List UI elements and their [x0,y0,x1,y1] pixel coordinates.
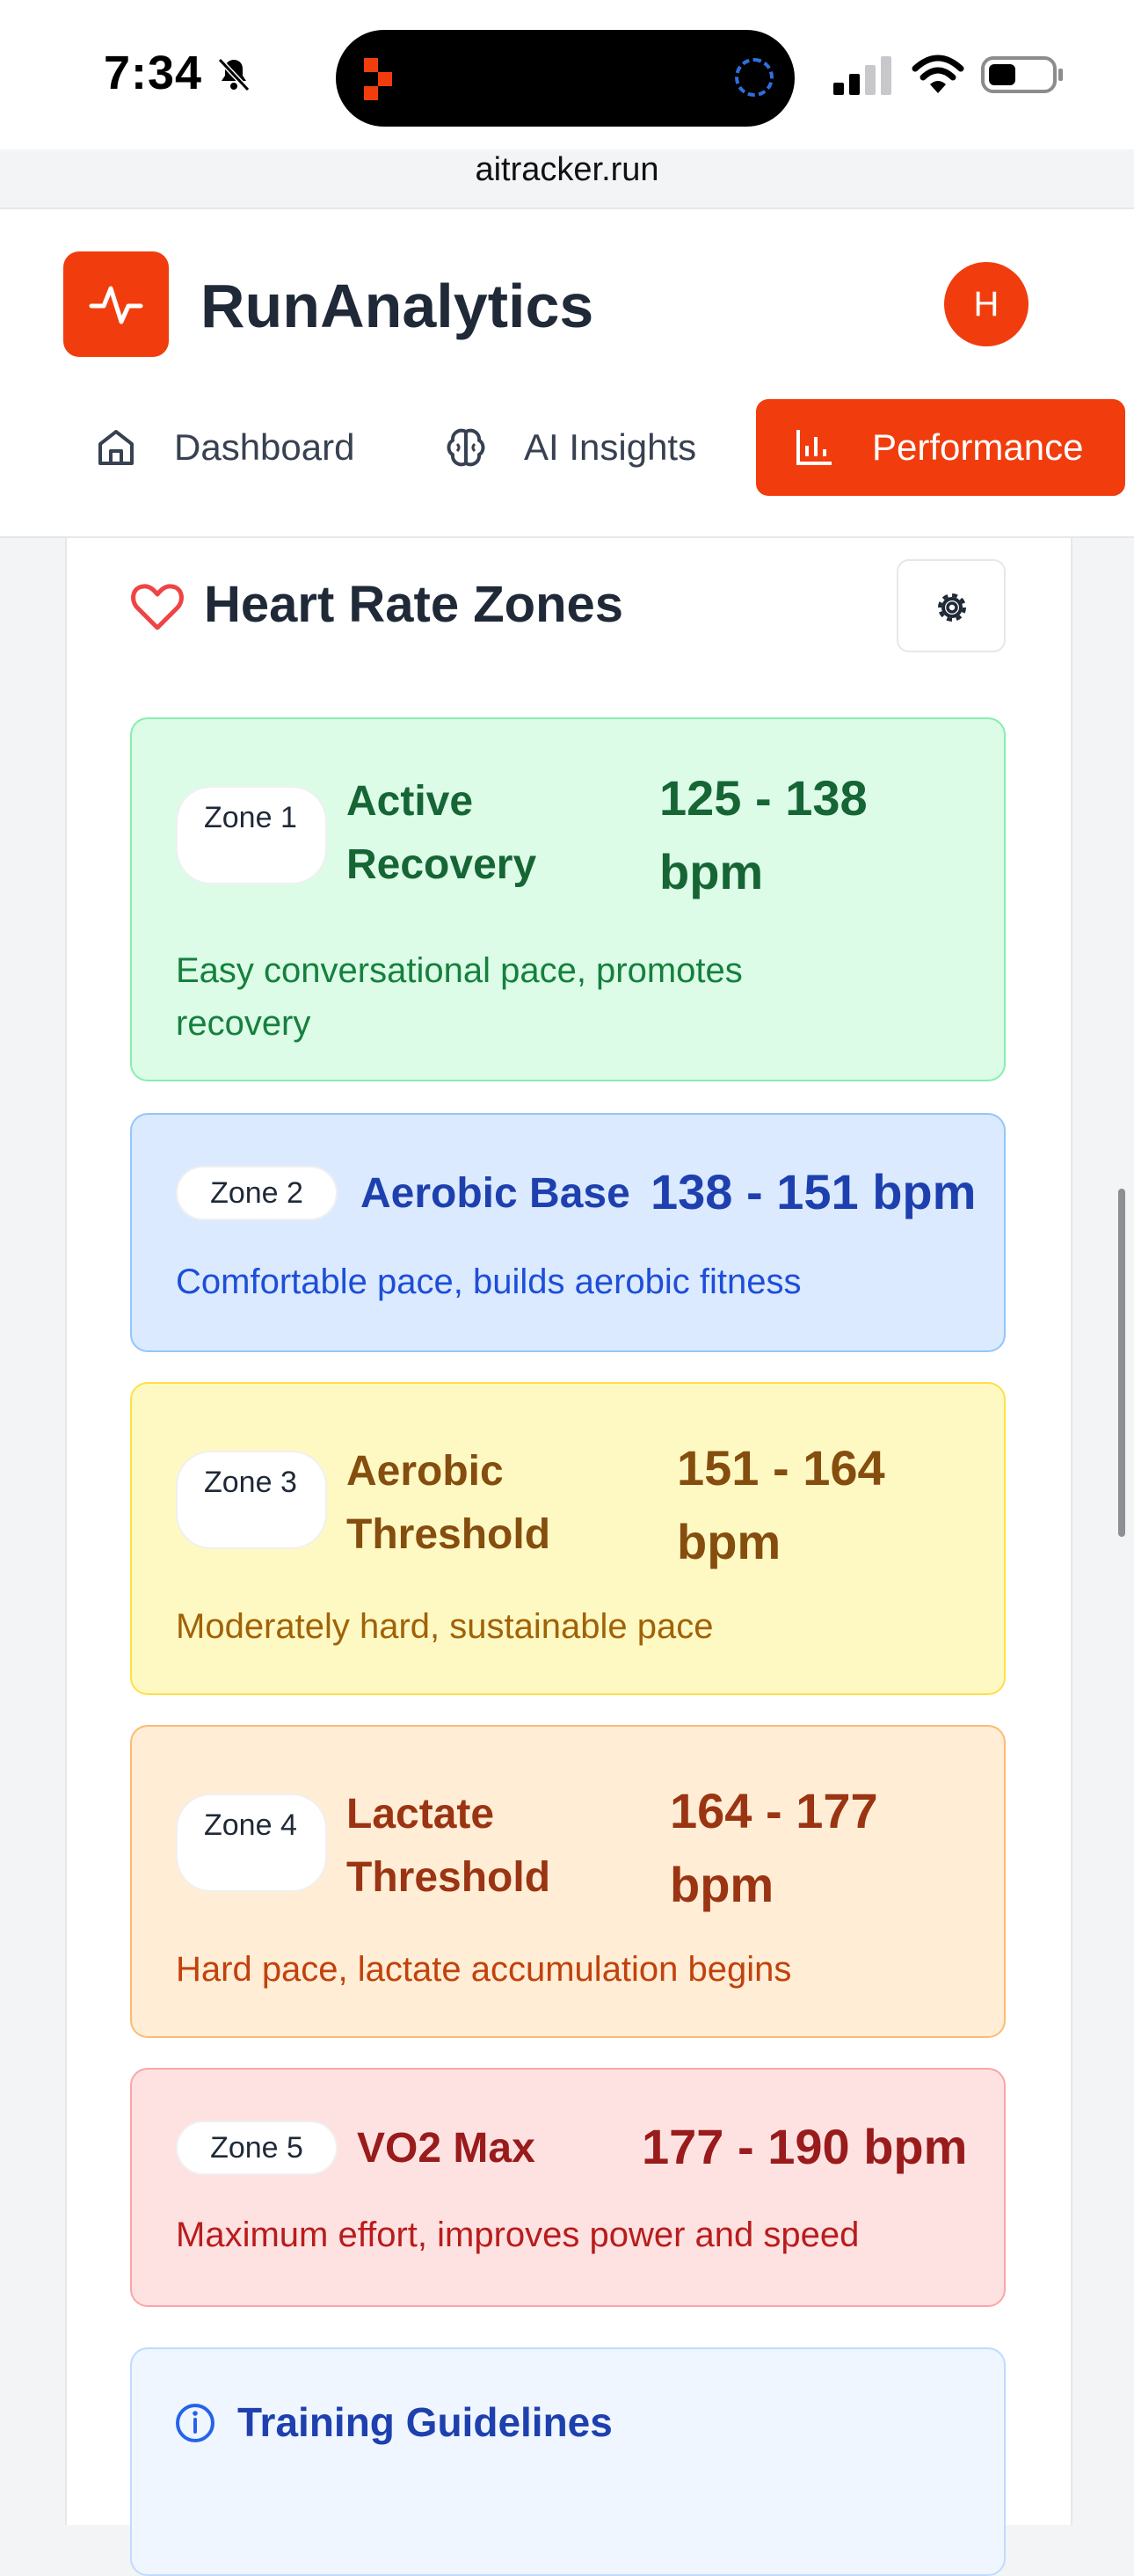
zone-bpm-range: 164 - 177 bpm [670,1783,878,1912]
heart-rate-zones-card: Heart Rate Zones Zone 1 Active Recovery … [65,538,1072,2576]
zone-badge: Zone 2 [176,1166,338,1220]
nav-label-dashboard: Dashboard [174,426,355,468]
bar-chart-icon [796,430,832,465]
zone-name: Aerobic Threshold [346,1448,551,1558]
zone-description: Hard pace, lactate accumulation begins [176,1950,792,1989]
dynamic-island [336,30,795,127]
info-icon [176,2404,214,2442]
home-icon [98,430,134,465]
zone-badge: Zone 3 [176,1451,327,1549]
zone-name: VO2 Max [357,2125,535,2172]
nav-label-ai-insights: AI Insights [524,426,697,468]
zone-card: Zone 3 Aerobic Threshold 151 - 164 bpm M… [130,1382,1006,1695]
app-logo[interactable] [63,251,169,357]
app-title: RunAnalytics [200,272,594,340]
zone-card: Zone 5 VO2 Max 177 - 190 bpm Maximum eff… [130,2068,1006,2307]
avatar[interactable]: H [944,262,1029,346]
settings-button[interactable] [897,559,1006,652]
status-time: 7:34 [104,47,203,99]
zone-description: Moderately hard, sustainable pace [176,1607,714,1646]
url-bar[interactable]: aitracker.run [0,151,1134,189]
nav-item-ai-insights[interactable]: AI Insights [443,399,696,496]
guidelines-title: Training Guidelines [237,2399,613,2445]
wifi-icon [912,55,964,93]
scrollbar[interactable] [1118,1189,1125,1537]
nav-item-performance[interactable]: Performance [756,399,1125,496]
zone-bpm-range: 125 - 138 bpm [659,770,868,899]
zone-bpm-range: 138 - 151 bpm [651,1164,977,1219]
zone-name: Lactate Threshold [346,1791,551,1901]
zone-badge: Zone 4 [176,1794,327,1892]
zone-bpm-range: 177 - 190 bpm [642,2119,968,2174]
activity-ring-icon [735,58,774,97]
zone-description: Maximum effort, improves power and speed [176,2216,860,2254]
zone-description: Easy conversational pace, promotes recov… [176,951,743,1043]
zone-badge: Zone 5 [176,2121,338,2175]
status-bar: 7:34 [0,0,1134,149]
zone-bpm-range: 151 - 164 bpm [677,1440,885,1569]
zone-card: Zone 2 Aerobic Base 138 - 151 bpm Comfor… [130,1113,1006,1352]
bell-muted-icon [217,57,251,92]
zone-badge: Zone 1 [176,786,327,884]
zone-name: Aerobic Base [360,1170,630,1217]
card-title: Heart Rate Zones [204,576,624,633]
zone-name: Active Recovery [346,778,537,888]
app-activity-icon [364,58,392,100]
main-nav: Dashboard AI Insights Performance [0,399,1134,496]
nav-item-dashboard[interactable]: Dashboard [93,399,354,496]
gear-icon [938,593,966,622]
battery-icon [981,56,1063,93]
zone-card: Zone 4 Lactate Threshold 164 - 177 bpm H… [130,1725,1006,2038]
brain-icon [447,428,485,467]
training-guidelines-panel: Training Guidelines [130,2347,1006,2576]
cellular-signal-icon [833,56,891,95]
app-header: RunAnalytics H Dashboard AI Insights Per… [0,209,1134,538]
activity-pulse-icon [89,286,143,324]
zone-description: Comfortable pace, builds aerobic fitness [176,1263,802,1301]
heart-icon [131,584,184,630]
zone-card: Zone 1 Active Recovery 125 - 138 bpm Eas… [130,717,1006,1081]
nav-label-performance: Performance [872,426,1084,468]
